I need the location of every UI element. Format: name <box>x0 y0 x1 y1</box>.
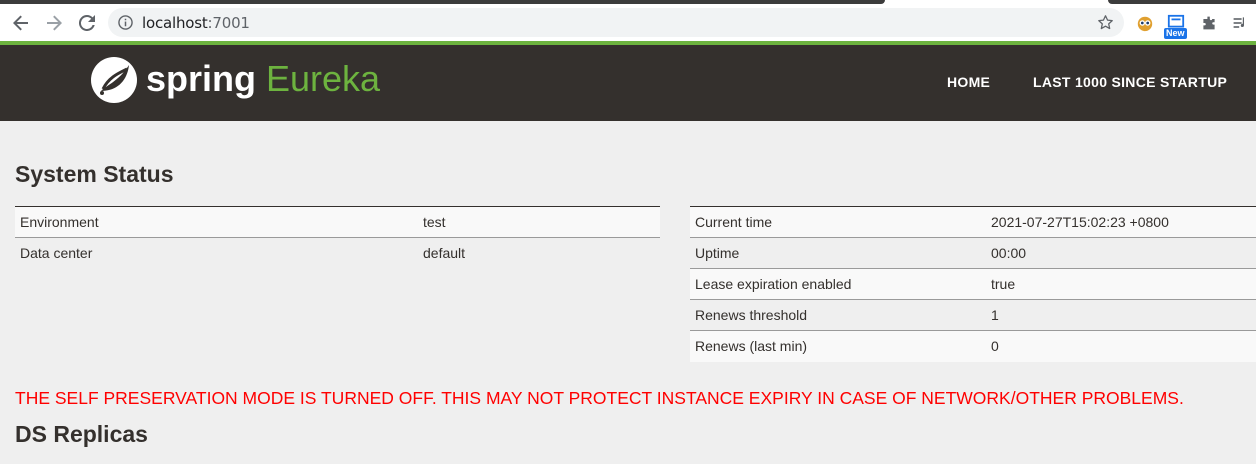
extension-owl-icon[interactable] <box>1135 13 1155 33</box>
system-status-left-table: Environment test Data center default <box>15 206 660 269</box>
system-status-title: System Status <box>15 161 174 187</box>
url-port: :7001 <box>207 14 250 32</box>
renews-threshold-key: Renews threshold <box>690 299 986 331</box>
env-key: Environment <box>15 206 418 238</box>
current-time-value: 2021-07-27T15:02:23 +0800 <box>986 206 1256 238</box>
self-preservation-warning: THE SELF PRESERVATION MODE IS TURNED OFF… <box>15 388 1184 408</box>
bookmark-star-icon[interactable] <box>1097 14 1114 31</box>
renews-last-min-key: Renews (last min) <box>690 330 986 362</box>
url-text[interactable]: localhost:7001 <box>142 14 250 32</box>
table-row: Uptime 00:00 <box>690 237 1256 269</box>
brand-title[interactable]: spring Eureka <box>146 58 380 100</box>
table-row: Renews threshold 1 <box>690 299 1256 331</box>
eureka-navbar: spring Eureka HOME LAST 1000 SINCE STARTU… <box>0 45 1256 121</box>
back-arrow-icon <box>13 15 28 31</box>
system-status-right-table: Current time 2021-07-27T15:02:23 +0800 U… <box>690 206 1256 362</box>
lease-expiration-value: true <box>986 268 1256 300</box>
table-row: Renews (last min) 0 <box>690 330 1256 362</box>
uptime-key: Uptime <box>690 237 986 269</box>
forward-button[interactable] <box>42 11 66 35</box>
ds-replicas-title: DS Replicas <box>15 421 148 447</box>
brand-eureka: Eureka <box>266 58 381 99</box>
nav-last-1000-link[interactable]: LAST 1000 SINCE STARTUP <box>1033 74 1227 90</box>
address-bar[interactable]: localhost:7001 <box>108 8 1124 37</box>
env-value: test <box>418 206 660 238</box>
current-time-key: Current time <box>690 206 986 238</box>
brand-spring: spring <box>146 58 257 99</box>
datacenter-key: Data center <box>15 237 418 269</box>
info-icon[interactable] <box>118 15 133 30</box>
renews-last-min-value: 0 <box>986 330 1256 362</box>
url-host: localhost <box>142 14 208 32</box>
nav-home-link[interactable]: HOME <box>947 74 990 90</box>
table-row: Data center default <box>15 237 660 269</box>
table-row: Environment test <box>15 206 660 238</box>
extension-new-badge: New <box>1164 28 1187 39</box>
reading-list-icon[interactable] <box>1230 13 1250 33</box>
browser-toolbar: localhost:7001 New <box>0 4 1256 41</box>
reload-button[interactable] <box>75 11 99 35</box>
table-row: Lease expiration enabled true <box>690 268 1256 300</box>
back-button[interactable] <box>9 11 33 35</box>
renews-threshold-value: 1 <box>986 299 1256 331</box>
spring-logo-icon[interactable] <box>89 55 139 105</box>
reload-icon <box>79 15 95 31</box>
datacenter-value: default <box>418 237 660 269</box>
table-row: Current time 2021-07-27T15:02:23 +0800 <box>690 206 1256 238</box>
forward-arrow-icon <box>47 15 62 31</box>
uptime-value: 00:00 <box>986 237 1256 269</box>
extensions-puzzle-icon[interactable] <box>1199 13 1219 33</box>
lease-expiration-key: Lease expiration enabled <box>690 268 986 300</box>
